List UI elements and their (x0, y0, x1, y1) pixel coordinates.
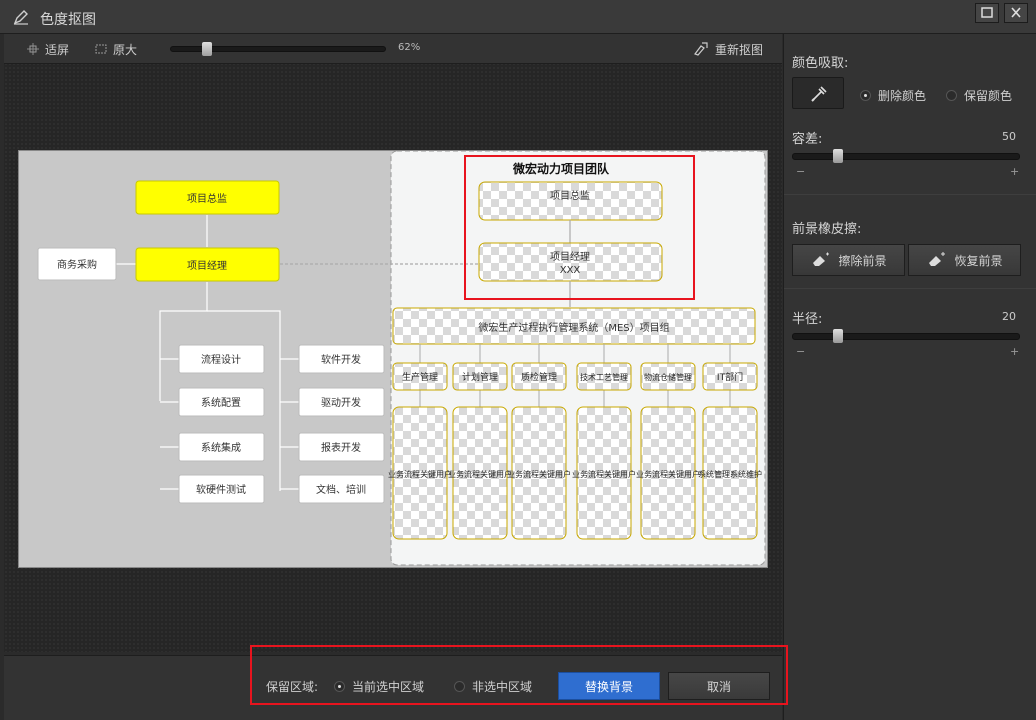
restore-eraser-icon (929, 252, 946, 266)
procurement-text: 商务采购 (57, 258, 97, 271)
dept-1: 生产管理 (402, 371, 438, 383)
original-size-label: 原大 (113, 42, 138, 57)
delete-color-text: 删除颜色 (878, 89, 927, 103)
cancel-button[interactable]: 取消 (668, 672, 770, 700)
tolerance-plus[interactable]: + (1010, 165, 1019, 178)
left-task-column: 流程设计 系统配置 系统集成 软硬件测试 (178, 344, 265, 504)
current-selection-text: 当前选中区域 (352, 680, 425, 694)
radius-minus[interactable]: − (796, 345, 805, 358)
keep-area-label: 保留区域: (266, 680, 319, 694)
fit-screen-label: 适屏 (45, 42, 70, 57)
panel-divider-1 (784, 194, 1036, 195)
zoom-percent: 62% (398, 42, 421, 53)
title-bar: 色度抠图 (0, 0, 1036, 34)
right-task-column: 软件开发 驱动开发 报表开发 文档、培训 (298, 344, 385, 504)
original-size-icon (95, 44, 107, 54)
eyedropper-button[interactable] (792, 77, 844, 109)
dept-2: 计划管理 (462, 371, 498, 383)
close-button[interactable] (1004, 3, 1028, 23)
non-selection-text: 非选中区域 (472, 680, 533, 694)
left-director-text: 项目总监 (187, 192, 227, 205)
close-icon (1011, 7, 1021, 18)
eyedropper-icon (811, 86, 827, 102)
task-left-2: 系统配置 (201, 396, 241, 409)
eraser-icon (813, 252, 830, 266)
zoom-slider-thumb[interactable] (202, 42, 213, 56)
erase-foreground-button[interactable]: 擦除前景 (792, 244, 905, 276)
dept-4: 技术工艺管理 (580, 372, 628, 382)
left-manager-text: 项目经理 (187, 259, 227, 272)
fit-screen-icon (27, 43, 39, 55)
window-title: 色度抠图 (40, 12, 96, 28)
maximize-icon (981, 7, 993, 18)
tolerance-minus[interactable]: − (796, 165, 805, 178)
pen-icon (13, 10, 28, 25)
right-manager-name: XXX (560, 265, 581, 276)
delete-color-radio[interactable] (860, 90, 871, 101)
settings-panel: 颜色吸取: 删除颜色 保留颜色 容差: 50 − + 前景橡皮擦: 擦除前景 恢… (783, 34, 1036, 720)
color-pick-label: 颜色吸取: (792, 56, 849, 71)
original-size-button[interactable]: 原大 (94, 41, 137, 57)
tolerance-slider-thumb[interactable] (833, 149, 844, 163)
tolerance-label: 容差: (792, 132, 823, 147)
radius-label: 半径: (792, 312, 823, 327)
task-right-4: 文档、培训 (316, 483, 366, 496)
key-user-3: 业务流程关键用户 (507, 469, 571, 479)
keep-color-text: 保留颜色 (964, 89, 1013, 103)
keep-color-radio[interactable] (946, 90, 957, 101)
radius-plus[interactable]: + (1010, 345, 1019, 358)
tolerance-value: 50 (1002, 130, 1016, 143)
key-user-1: 业务流程关键用户 (388, 469, 452, 479)
image-canvas[interactable]: 项目总监 项目经理 商务采购 流程设计 系统配置 系统集成 软硬件测试 软件开发… (18, 150, 768, 568)
task-right-3: 报表开发 (321, 441, 361, 454)
maximize-button[interactable] (975, 3, 999, 23)
delete-color-option[interactable]: 删除颜色 (860, 87, 926, 104)
non-selection-radio[interactable] (454, 681, 465, 692)
radius-slider[interactable] (792, 329, 1020, 343)
dept-3: 质检管理 (521, 371, 557, 383)
view-toolbar: 适屏 原大 62% 重新抠图 (4, 34, 782, 64)
radius-slider-thumb[interactable] (833, 329, 844, 343)
key-user-2: 业务流程关键用户 (448, 469, 512, 479)
right-director-text: 项目总监 (550, 189, 590, 202)
panel-divider-2 (784, 288, 1036, 289)
current-selection-radio[interactable] (334, 681, 345, 692)
dept-6: IT部门 (717, 371, 743, 383)
zoom-slider[interactable] (170, 42, 386, 56)
task-left-3: 系统集成 (201, 441, 241, 454)
current-selection-option[interactable]: 当前选中区域 (334, 678, 424, 695)
key-user-4: 业务流程关键用户 (572, 469, 636, 479)
fit-screen-button[interactable]: 适屏 (26, 41, 69, 57)
reset-brush-icon (694, 42, 708, 56)
team-title: 微宏动力项目团队 (512, 161, 610, 176)
right-manager-text: 项目经理 (550, 250, 590, 263)
reset-matting-label: 重新抠图 (715, 42, 764, 57)
restore-foreground-button[interactable]: 恢复前景 (908, 244, 1021, 276)
task-right-1: 软件开发 (321, 353, 361, 366)
org-chart-image: 项目总监 项目经理 商务采购 流程设计 系统配置 系统集成 软硬件测试 软件开发… (37, 151, 766, 566)
radius-value: 20 (1002, 310, 1016, 323)
fg-eraser-label: 前景橡皮擦: (792, 222, 862, 237)
task-left-1: 流程设计 (201, 353, 241, 366)
replace-background-button[interactable]: 替换背景 (558, 672, 660, 700)
reset-matting-button[interactable]: 重新抠图 (692, 41, 763, 57)
task-right-2: 驱动开发 (321, 396, 361, 409)
key-user-6: 系统管理系统维护 (698, 469, 762, 479)
key-user-5: 业务流程关键用户 (636, 469, 700, 479)
keep-color-option[interactable]: 保留颜色 (946, 87, 1012, 104)
non-selection-option[interactable]: 非选中区域 (454, 678, 532, 695)
erase-foreground-text: 擦除前景 (838, 253, 887, 268)
restore-foreground-text: 恢复前景 (954, 253, 1003, 268)
task-left-4: 软硬件测试 (196, 483, 246, 496)
mes-group-text: 微宏生产过程执行管理系统（MES）项目组 (478, 321, 669, 334)
tolerance-slider[interactable] (792, 149, 1020, 163)
dept-5: 物流仓储管理 (644, 372, 692, 382)
